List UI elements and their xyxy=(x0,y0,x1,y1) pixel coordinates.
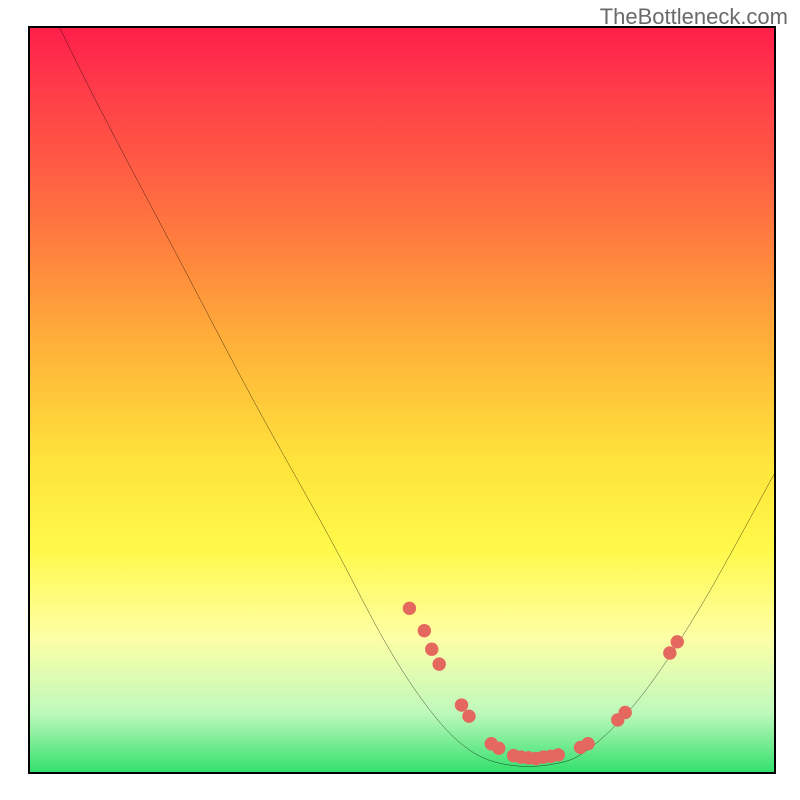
data-marker xyxy=(671,635,684,648)
watermark-text: TheBottleneck.com xyxy=(600,4,788,30)
data-marker xyxy=(492,741,505,754)
data-marker xyxy=(663,646,676,659)
data-marker xyxy=(581,737,594,750)
data-marker xyxy=(433,657,446,670)
data-marker xyxy=(619,706,632,719)
data-marker xyxy=(552,748,565,761)
data-marker xyxy=(418,624,431,637)
data-marker xyxy=(455,698,468,711)
data-markers xyxy=(403,602,684,766)
data-marker xyxy=(462,710,475,723)
data-marker xyxy=(425,643,438,656)
data-marker xyxy=(403,602,416,615)
chart-svg xyxy=(30,28,774,772)
chart-area xyxy=(28,26,776,774)
